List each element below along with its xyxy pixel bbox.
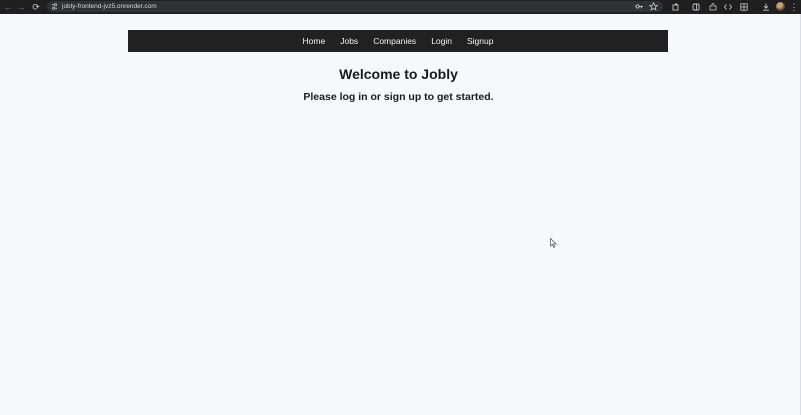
devtools-code-icon[interactable]	[724, 3, 732, 11]
page-subtitle: Please log in or sign up to get started.	[303, 91, 494, 103]
tab-grid-icon[interactable]	[740, 3, 748, 11]
nav-link-signup[interactable]: Signup	[467, 36, 493, 46]
back-icon[interactable]: ←	[2, 1, 14, 13]
download-icon[interactable]	[762, 3, 770, 11]
app-navbar: Home Jobs Companies Login Signup	[128, 30, 668, 52]
forward-icon[interactable]: →	[15, 1, 27, 13]
extension-icon[interactable]	[672, 3, 680, 11]
nav-link-login[interactable]: Login	[431, 36, 452, 46]
url-text: jobly-frontend-jvz5.onrender.com	[62, 3, 157, 10]
bookmark-star-icon[interactable]	[649, 2, 658, 11]
password-key-icon[interactable]	[635, 2, 644, 11]
nav-link-home[interactable]: Home	[303, 36, 326, 46]
page-title: Welcome to Jobly	[339, 66, 458, 82]
address-bar[interactable]: jobly-frontend-jvz5.onrender.com	[47, 1, 663, 12]
reload-icon[interactable]: ⟳	[30, 1, 42, 13]
profile-avatar[interactable]	[776, 2, 785, 11]
browser-toolbar: ← → ⟳ jobly-frontend-jvz5.onrender.com ⋮	[0, 0, 801, 14]
nav-link-jobs[interactable]: Jobs	[340, 36, 358, 46]
extensions-puzzle-icon[interactable]	[709, 3, 717, 11]
menu-dots-icon[interactable]: ⋮	[788, 1, 800, 13]
reading-list-icon[interactable]	[692, 3, 700, 11]
mouse-cursor-icon	[550, 238, 557, 248]
nav-link-companies[interactable]: Companies	[373, 36, 416, 46]
site-info-icon[interactable]	[51, 3, 58, 10]
